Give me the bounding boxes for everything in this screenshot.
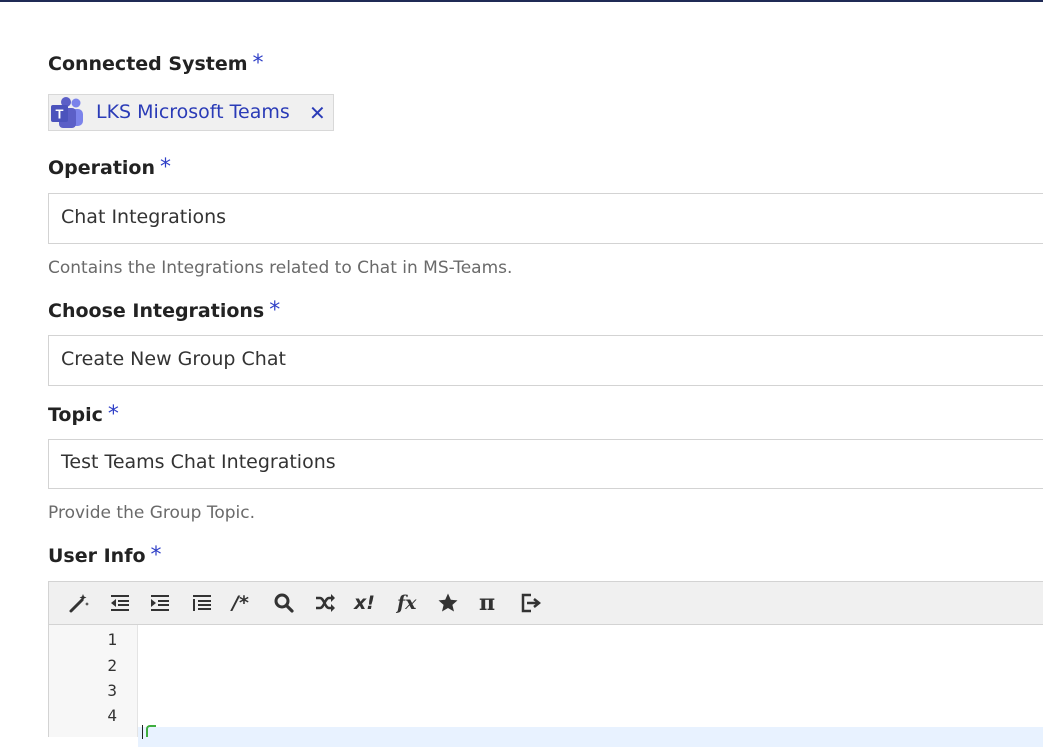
function-icon[interactable]: fx	[397, 590, 417, 616]
outdent-icon[interactable]	[106, 590, 134, 616]
connected-system-name[interactable]: LKS Microsoft Teams	[96, 101, 290, 123]
connected-system-label-text: Connected System	[48, 53, 248, 75]
required-mark: *	[252, 51, 264, 76]
line-number: 1	[107, 630, 117, 649]
operation-label: Operation *	[48, 156, 171, 180]
magic-wand-icon[interactable]	[65, 590, 93, 616]
line-number: 3	[107, 681, 117, 700]
choose-integrations-label-text: Choose Integrations	[48, 300, 265, 322]
topic-help-text: Provide the Group Topic.	[48, 503, 256, 523]
bracket-glyph	[146, 725, 156, 737]
user-info-label-text: User Info	[48, 545, 146, 567]
comment-icon[interactable]: /*	[232, 590, 249, 616]
connected-system-chip[interactable]: T LKS Microsoft Teams ✕	[48, 94, 334, 131]
required-mark: *	[107, 402, 119, 427]
search-icon[interactable]	[270, 590, 298, 616]
shuffle-icon[interactable]	[311, 590, 339, 616]
teams-logo-letter: T	[56, 107, 64, 122]
connected-system-label: Connected System *	[48, 52, 264, 76]
operation-selected-value: Chat Integrations	[61, 206, 227, 228]
topic-label-text: Topic	[48, 404, 103, 426]
topic-input[interactable]: Test Teams Chat Integrations	[48, 439, 1043, 489]
active-line-highlight	[138, 727, 1043, 747]
remove-connected-system-close-icon[interactable]: ✕	[309, 101, 326, 125]
pi-icon[interactable]: π	[479, 590, 495, 616]
exit-icon[interactable]	[516, 590, 544, 616]
operation-dropdown[interactable]: Chat Integrations	[48, 193, 1043, 244]
user-info-label: User Info *	[48, 544, 162, 568]
topic-label: Topic *	[48, 403, 119, 427]
list-icon[interactable]	[188, 590, 216, 616]
choose-integrations-label: Choose Integrations *	[48, 299, 280, 323]
topic-input-value: Test Teams Chat Integrations	[61, 451, 336, 473]
user-info-code-editor[interactable]	[138, 625, 1043, 747]
line-number: 4	[107, 706, 117, 725]
expression-editor-toolbar: /* x! fx π	[48, 581, 1043, 625]
indent-icon[interactable]	[146, 590, 174, 616]
top-border	[0, 0, 1043, 2]
microsoft-teams-logo-icon: T	[49, 96, 87, 130]
star-icon[interactable]	[434, 590, 462, 616]
line-number: 2	[107, 656, 117, 675]
operation-help-text: Contains the Integrations related to Cha…	[48, 258, 513, 278]
operation-label-text: Operation	[48, 157, 156, 179]
test-icon[interactable]: x!	[354, 590, 375, 616]
choose-integrations-dropdown[interactable]: Create New Group Chat	[48, 335, 1043, 386]
required-mark: *	[150, 543, 162, 568]
required-mark: *	[160, 155, 172, 180]
line-number-gutter: 1 2 3 4	[48, 625, 138, 737]
required-mark: *	[269, 298, 281, 323]
choose-integrations-selected-value: Create New Group Chat	[61, 348, 286, 370]
